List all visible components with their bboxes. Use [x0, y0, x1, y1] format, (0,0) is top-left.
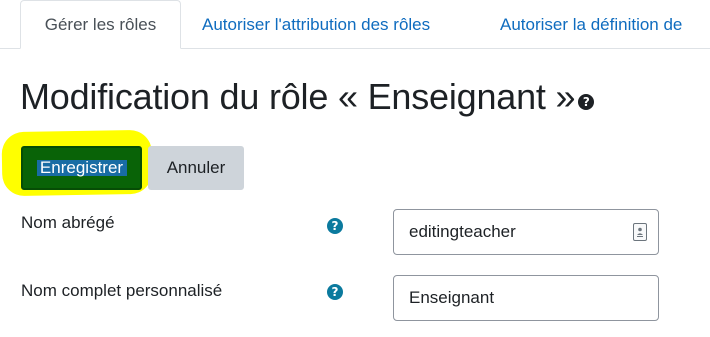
short-name-value: editingteacher [409, 222, 516, 241]
tab-allow-role-assignments[interactable]: Autoriser l'attribution des rôles [202, 0, 430, 49]
edit-role-page: Gérer les rôles Autoriser l'attribution … [0, 0, 710, 337]
question-circle-icon[interactable]: ? [327, 284, 343, 300]
tab-allow-role-definitions[interactable]: Autoriser la définition de [500, 0, 682, 49]
save-button[interactable]: Enregistrer [21, 146, 142, 190]
tab-bar: Gérer les rôles Autoriser l'attribution … [0, 0, 710, 50]
full-name-field[interactable]: Enseignant [393, 275, 659, 321]
tab-manage-roles[interactable]: Gérer les rôles [20, 0, 181, 49]
save-button-label: Enregistrer [36, 158, 128, 177]
page-title: Modification du rôle « Enseignant » [20, 76, 576, 117]
page-heading: Modification du rôle « Enseignant » ? [20, 73, 595, 121]
short-name-label: Nom abrégé [21, 213, 115, 232]
cancel-button[interactable]: Annuler [148, 146, 244, 190]
question-circle-icon[interactable]: ? [578, 94, 595, 110]
short-name-field[interactable]: editingteacher [393, 209, 659, 255]
contact-card-icon[interactable] [633, 223, 647, 241]
full-name-value: Enseignant [409, 288, 495, 307]
full-name-label: Nom complet personnalisé [21, 281, 223, 300]
question-circle-icon[interactable]: ? [327, 218, 343, 234]
